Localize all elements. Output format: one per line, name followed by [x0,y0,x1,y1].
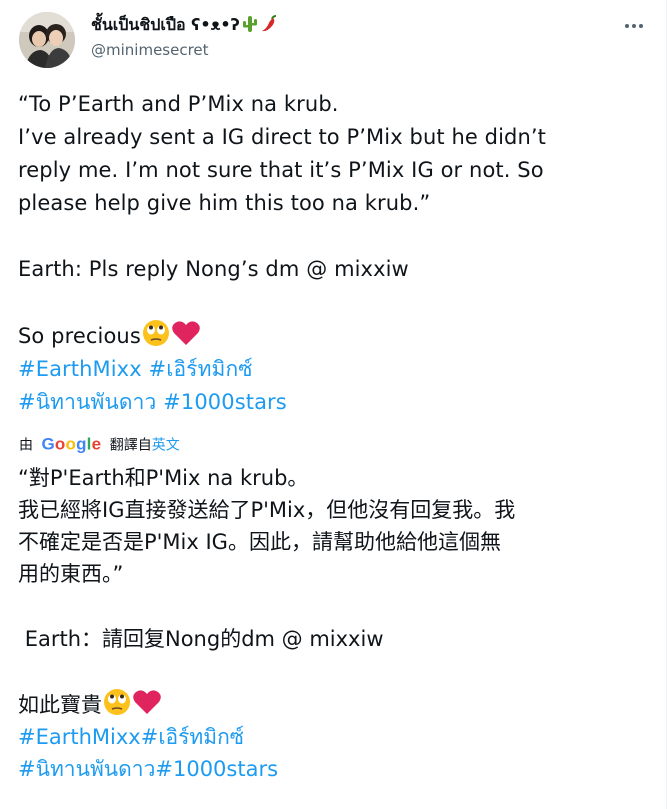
translated-from-label: 翻譯自 [109,437,152,454]
source-language-link[interactable]: 英文 [152,437,180,453]
cactus-icon [242,15,258,38]
tweet-header: ชั้นเป็นชิปเปือ ʕ•ᴥ•ʔ @minimesecret [19,12,649,72]
hashtag-line: #EarthMixx#เอิร์ทมิกซ์ [18,721,650,753]
translated-line: “對P'Earth和P'Mix na krub。 [18,466,309,490]
author-info: ชั้นเป็นชิปเปือ ʕ•ᴥ•ʔ @minimesecret [91,15,278,60]
red-heart-icon [171,319,201,347]
translated-line: 不確定是否是P'Mix IG。因此，請幫助他給他這個無 [18,530,501,554]
hashtag-link[interactable]: #เอิร์ทมิกซ์ [141,725,244,749]
avatar[interactable] [19,12,75,68]
hashtag-line: #นิทานพันดาว #1000stars [18,386,648,419]
tweet-line: Earth: Pls reply Nong’s dm @ mixxiw [18,257,409,281]
tweet-text: “To P’Earth and P’Mix na krub. I’ve alre… [18,88,648,419]
tweet-line: reply me. I’m not sure that it’s P’Mix I… [18,158,544,182]
hashtag-link[interactable]: #1000stars [155,757,278,781]
more-options-button[interactable] [621,16,647,36]
translated-line-emoji: 如此寶貴 [18,688,650,721]
tweet-line: please help give him this too na krub.” [18,191,431,215]
tweet: ชั้นเป็นชิปเปือ ʕ•ᴥ•ʔ @minimesecret “To … [0,0,667,809]
hashtag-line: #EarthMixx #เอิร์ทมิกซ์ [18,353,648,386]
face-with-rolling-eyes-icon [141,319,171,347]
more-dots-icon-dot [639,24,643,28]
display-name-text: ชั้นเป็นชิปเปือ ʕ•ᴥ•ʔ [91,15,240,34]
translated-line: Earth：請回复Nong的dm @ mixxiw [18,627,384,651]
hashtag-link[interactable]: #นิทานพันดาว [18,757,155,781]
translated-line-text: 如此寶貴 [18,693,102,717]
more-dots-icon-dot [632,24,636,28]
display-name[interactable]: ชั้นเป็นชิปเปือ ʕ•ᴥ•ʔ [91,15,278,38]
hashtag-line: #นิทานพันดาว#1000stars [18,753,650,785]
hashtag-link[interactable]: #นิทานพันดาว [18,390,156,414]
translated-line: 用的東西。” [18,562,124,586]
tweet-line-emoji: So precious [18,319,648,353]
red-heart-icon [132,688,162,716]
translated-by-label: 由 [19,437,33,454]
chili-pepper-icon [260,15,278,38]
face-with-rolling-eyes-icon [102,688,132,716]
tweet-line: I’ve already sent a IG direct to P’Mix b… [18,125,546,149]
translation-attribution: 由 Google 翻譯自英文 [19,434,180,456]
hashtag-link[interactable]: #EarthMixx [18,357,142,381]
hashtag-link[interactable]: #EarthMixx [18,725,141,749]
translated-line: 我已經將IG直接發送給了P'Mix，但他沒有回复我。我 [18,498,516,522]
author-handle[interactable]: @minimesecret [91,40,278,60]
google-logo: Google [41,434,102,454]
hashtag-link[interactable]: #เอิร์ทมิกซ์ [149,357,253,381]
translated-text: “對P'Earth和P'Mix na krub。 我已經將IG直接發送給了P'M… [18,462,650,785]
hashtag-link[interactable]: #1000stars [163,390,287,414]
tweet-line: “To P’Earth and P’Mix na krub. [18,92,339,116]
tweet-line-text: So precious [18,324,141,348]
more-dots-icon [625,24,629,28]
